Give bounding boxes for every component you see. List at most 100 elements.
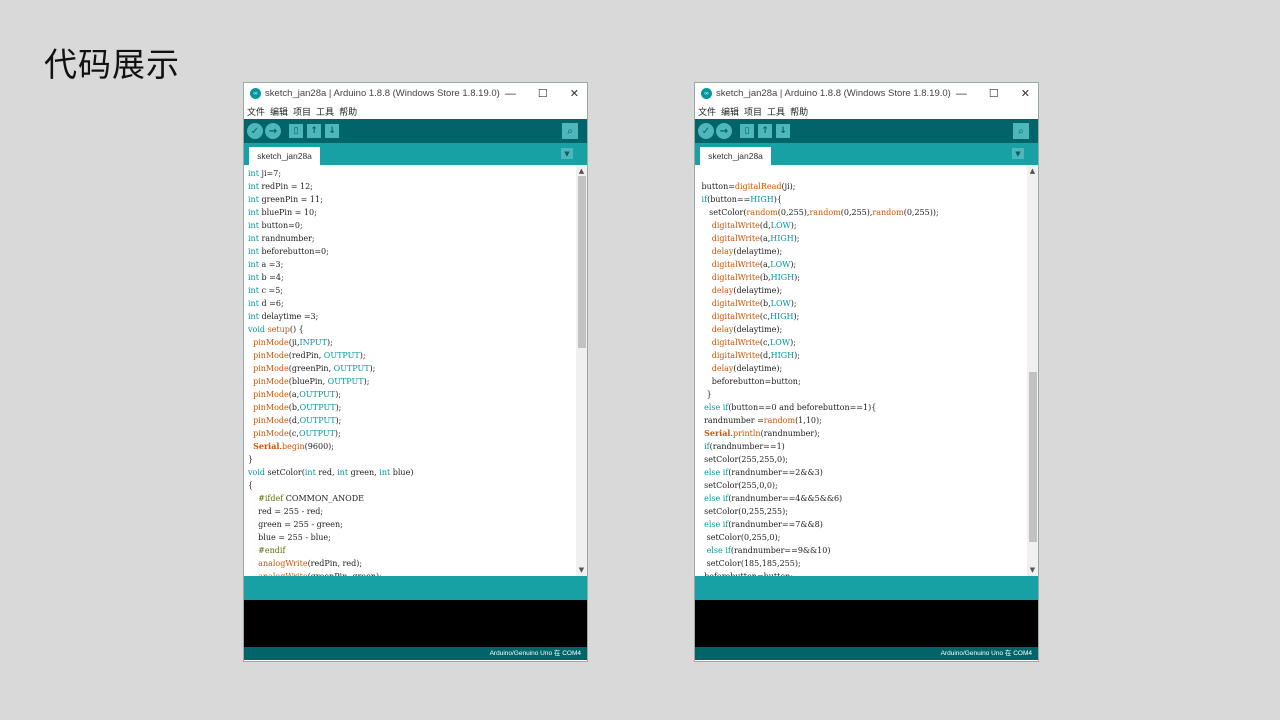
code-line: int beforebutton=0; — [248, 247, 329, 256]
code-line: pinMode(bluePin, OUTPUT); — [253, 377, 370, 386]
code-line: int c =5; — [248, 286, 283, 295]
menu-item-file[interactable]: 文件 — [698, 105, 716, 118]
arduino-app-icon: ∞ — [250, 88, 261, 99]
close-icon[interactable]: ✕ — [570, 87, 579, 100]
code-line: pinMode(b,OUTPUT); — [253, 403, 342, 412]
code-line: randnumber =random(1,10); — [699, 416, 822, 425]
scroll-up-icon[interactable]: ▲ — [576, 166, 587, 176]
code-line: digitalWrite(c,LOW); — [711, 338, 796, 347]
console-output — [695, 600, 1038, 647]
scroll-down-icon[interactable]: ▼ — [1027, 565, 1038, 575]
save-button[interactable]: ↓ — [776, 124, 790, 138]
code-editor[interactable]: int ji=7; int redPin = 12; int greenPin = … — [244, 165, 587, 576]
tab-sketch[interactable]: sketch_jan28a — [249, 147, 320, 165]
menu-item-tools[interactable]: 工具 — [316, 105, 334, 118]
scrollbar-thumb[interactable] — [1029, 372, 1037, 542]
code-line: else if(randnumber==7&&8) — [704, 520, 823, 529]
code-line: red = 255 - red; — [248, 507, 324, 516]
code-line: pinMode(redPin, OUTPUT); — [253, 351, 366, 360]
code-line: #endif — [258, 546, 286, 555]
menu-item-project[interactable]: 项目 — [293, 105, 311, 118]
code-line: void setColor(int red, int green, int bl… — [248, 468, 414, 477]
menu-item-project[interactable]: 项目 — [744, 105, 762, 118]
code-line: delay(delaytime); — [711, 247, 783, 256]
code-line: pinMode(d,OUTPUT); — [253, 416, 342, 425]
code-line: digitalWrite(d,HIGH); — [711, 351, 800, 360]
open-button[interactable]: ↑ — [307, 124, 321, 138]
status-bar — [695, 576, 1038, 600]
code-line: { — [248, 481, 254, 490]
code-line: digitalWrite(d,LOW); — [711, 221, 797, 230]
code-line: setColor(0,255,255); — [699, 507, 788, 516]
code-line: analogWrite(greenPin, green); — [248, 570, 573, 576]
tab-bar: sketch_jan28a ▼ — [695, 143, 1038, 165]
code-area[interactable]: int ji=7; int redPin = 12; int greenPin = … — [248, 167, 573, 576]
title-bar: ∞ sketch_jan28a | Arduino 1.8.8 (Windows… — [695, 83, 1038, 104]
toolbar: ✓ → ▯ ↑ ↓ ⌕ — [695, 119, 1038, 143]
code-line: delay(delaytime); — [711, 325, 783, 334]
tab-menu-chevron-down-icon[interactable]: ▼ — [561, 148, 573, 159]
code-line: analogWrite(redPin, red); — [258, 559, 363, 568]
vertical-scrollbar[interactable]: ▲ ▼ — [576, 165, 587, 576]
tab-bar: sketch_jan28a ▼ — [244, 143, 587, 165]
save-button[interactable]: ↓ — [325, 124, 339, 138]
board-port-status: Arduino/Genuino Uno 在 COM4 — [244, 647, 587, 660]
verify-button[interactable]: ✓ — [247, 123, 263, 139]
menu-item-edit[interactable]: 编辑 — [270, 105, 288, 118]
maximize-icon[interactable]: ☐ — [989, 87, 999, 100]
upload-button[interactable]: → — [265, 123, 281, 139]
minimize-icon[interactable]: — — [956, 88, 967, 100]
close-icon[interactable]: ✕ — [1021, 87, 1030, 100]
code-line: int randnumber; — [248, 234, 315, 243]
menu-item-help[interactable]: 帮助 — [339, 105, 357, 118]
new-button[interactable]: ▯ — [289, 124, 303, 138]
open-button[interactable]: ↑ — [758, 124, 772, 138]
page-title: 代码展示 — [44, 45, 180, 84]
minimize-icon[interactable]: — — [505, 88, 516, 100]
board-port-status: Arduino/Genuino Uno 在 COM4 — [695, 647, 1038, 660]
window-title: sketch_jan28a | Arduino 1.8.8 (Windows S… — [716, 88, 951, 99]
scroll-up-icon[interactable]: ▲ — [1027, 166, 1038, 176]
new-button[interactable]: ▯ — [740, 124, 754, 138]
tab-menu-chevron-down-icon[interactable]: ▼ — [1012, 148, 1024, 159]
code-line: setColor(255,0,0); — [699, 481, 778, 490]
code-editor[interactable]: button=digitalRead(ji); if(button==HIGH)… — [695, 165, 1038, 576]
code-area[interactable]: button=digitalRead(ji); if(button==HIGH)… — [699, 167, 1024, 576]
vertical-scrollbar[interactable]: ▲ ▼ — [1027, 165, 1038, 576]
upload-button[interactable]: → — [716, 123, 732, 139]
code-line: int delaytime =3; — [248, 312, 319, 321]
menu-item-help[interactable]: 帮助 — [790, 105, 808, 118]
scrollbar-thumb[interactable] — [578, 176, 586, 348]
code-line: int b =4; — [248, 273, 284, 282]
scroll-down-icon[interactable]: ▼ — [576, 565, 587, 575]
menu-item-tools[interactable]: 工具 — [767, 105, 785, 118]
menu-item-file[interactable]: 文件 — [247, 105, 265, 118]
code-line: button=digitalRead(ji); — [699, 182, 796, 191]
status-bar — [244, 576, 587, 600]
code-line: digitalWrite(a,HIGH); — [711, 234, 800, 243]
code-line: Serial.println(randnumber); — [704, 428, 820, 438]
code-line: else if(randnumber==4&&5&&6) — [704, 494, 843, 503]
code-line: digitalWrite(a,LOW); — [711, 260, 797, 269]
serial-monitor-icon[interactable]: ⌕ — [562, 123, 578, 139]
console-output — [244, 600, 587, 647]
code-line: digitalWrite(b,HIGH); — [711, 273, 800, 282]
code-line: setColor(random(0,255),random(0,255),ran… — [699, 208, 939, 217]
code-line: blue = 255 - blue; — [248, 533, 331, 542]
code-line: digitalWrite(c,HIGH); — [711, 312, 800, 321]
verify-button[interactable]: ✓ — [698, 123, 714, 139]
serial-monitor-icon[interactable]: ⌕ — [1013, 123, 1029, 139]
code-line: #ifdef COMMON_ANODE — [258, 494, 364, 503]
menu-item-edit[interactable]: 编辑 — [721, 105, 739, 118]
code-line: int ji=7; — [248, 169, 282, 178]
code-line: } — [248, 455, 254, 464]
code-line: void setup() { — [248, 325, 304, 334]
arduino-app-icon: ∞ — [701, 88, 712, 99]
tab-sketch[interactable]: sketch_jan28a — [700, 147, 771, 165]
code-line: delay(delaytime); — [711, 364, 783, 373]
code-line: pinMode(a,OUTPUT); — [253, 390, 342, 399]
maximize-icon[interactable]: ☐ — [538, 87, 548, 100]
arduino-window-left: ∞ sketch_jan28a | Arduino 1.8.8 (Windows… — [243, 82, 588, 662]
code-line: pinMode(c,OUTPUT); — [253, 429, 341, 438]
